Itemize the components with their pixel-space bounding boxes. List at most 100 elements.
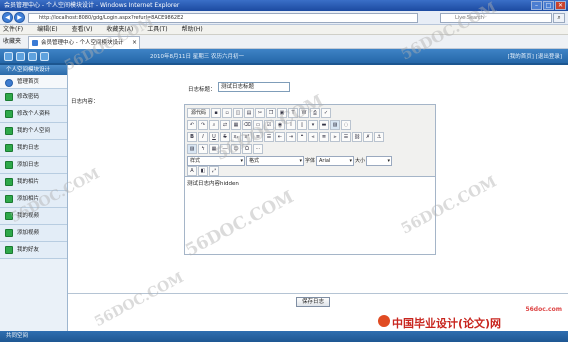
menu-item-tools[interactable]: 工具(T) xyxy=(147,25,167,34)
sidebar-item-label: 我的个人空间 xyxy=(17,128,51,134)
menu-item-favorites[interactable]: 收藏夹(A) xyxy=(106,25,133,34)
sidebar-item-profile[interactable]: 修改个人资料 xyxy=(0,106,67,123)
maximize-editor-icon[interactable]: ⤢ xyxy=(209,165,219,176)
superscript-icon[interactable]: x² xyxy=(242,131,252,142)
style-select[interactable]: 样式 xyxy=(187,155,245,166)
form-icon[interactable]: ▭ xyxy=(253,119,263,130)
numbered-list-icon[interactable]: ≡ xyxy=(253,131,263,142)
hidden-field-icon[interactable]: ◌ xyxy=(341,119,351,130)
sidebar-item-my-space[interactable]: 我的个人空间 xyxy=(0,123,67,140)
paste-icon[interactable]: ▣ xyxy=(277,107,288,118)
editor-content-area[interactable]: 测试日志内容hidden xyxy=(185,176,435,254)
outdent-icon[interactable]: ⇤ xyxy=(275,131,285,142)
template-icon[interactable]: ▤ xyxy=(244,107,255,118)
maximize-button[interactable]: □ xyxy=(543,1,554,10)
browser-tab[interactable]: 会员管理中心 - 个人空间模块设计 × xyxy=(28,36,140,49)
new-page-icon[interactable]: ▫ xyxy=(222,107,233,118)
page-break-icon[interactable]: ⋯ xyxy=(253,143,263,154)
sidebar-item-my-logs[interactable]: 我的日志 xyxy=(0,140,67,157)
cut-icon[interactable]: ✂ xyxy=(255,107,266,118)
copy-icon[interactable]: ❐ xyxy=(266,107,277,118)
unlink-icon[interactable]: ✗ xyxy=(363,131,373,142)
source-button[interactable]: 源代码 xyxy=(187,107,211,118)
format-select[interactable]: 格式 xyxy=(246,155,304,166)
select-all-icon[interactable]: ▦ xyxy=(231,119,241,130)
underline-icon[interactable]: U xyxy=(209,131,219,142)
menu-item-view[interactable]: 查看(V) xyxy=(72,25,93,34)
sidebar-item-label: 添加相片 xyxy=(17,196,40,202)
align-left-icon[interactable]: ⫷ xyxy=(308,131,318,142)
image-icon[interactable]: ▨ xyxy=(187,143,197,154)
minimize-button[interactable]: – xyxy=(531,1,542,10)
menu-item-help[interactable]: 帮助(H) xyxy=(182,25,203,34)
font-select[interactable]: Arial xyxy=(316,155,355,166)
table-icon[interactable]: ▦ xyxy=(209,143,219,154)
print-icon[interactable]: ⎙ xyxy=(310,107,321,118)
textfield-icon[interactable]: I xyxy=(286,119,296,130)
justify-icon[interactable]: ☰ xyxy=(341,131,351,142)
menu-item-edit[interactable]: 编辑(E) xyxy=(37,25,57,34)
anchor-icon[interactable]: ⚓ xyxy=(374,131,384,142)
home-icon[interactable] xyxy=(4,52,13,61)
textarea-icon[interactable]: ▯ xyxy=(297,119,307,130)
italic-icon[interactable]: I xyxy=(198,131,208,142)
home-icon xyxy=(5,79,13,87)
menu-item-file[interactable]: 文件(F) xyxy=(3,25,23,34)
favorites-button[interactable]: 收藏夹 xyxy=(3,37,21,47)
spellcheck-icon[interactable]: ✓ xyxy=(321,107,332,118)
image-button-icon[interactable]: ▨ xyxy=(330,119,340,130)
sidebar-item-my-videos[interactable]: 我的视频 xyxy=(0,208,67,225)
sidebar-item-home[interactable]: 管理首页 xyxy=(0,75,67,89)
save-log-button[interactable]: 保存日志 xyxy=(296,297,330,307)
user-icon[interactable] xyxy=(28,52,37,61)
header-links[interactable]: [我的首页] [退出登录] xyxy=(508,49,562,65)
paste-word-icon[interactable]: W xyxy=(299,107,310,118)
tab-close-icon[interactable]: × xyxy=(132,37,137,49)
close-button[interactable]: ✕ xyxy=(555,1,566,10)
remove-format-icon[interactable]: ⌫ xyxy=(242,119,252,130)
title-input[interactable]: 测试日志标题 xyxy=(218,82,290,92)
url-input[interactable]: http://localhost:8080/gdg/Login.aspx?ref… xyxy=(28,13,418,23)
sidebar-item-my-photos[interactable]: 我的相片 xyxy=(0,174,67,191)
sidebar-item-change-password[interactable]: 修改密码 xyxy=(0,89,67,106)
bulleted-list-icon[interactable]: ☰ xyxy=(264,131,274,142)
sidebar-item-add-log[interactable]: 添加日志 xyxy=(0,157,67,174)
save-icon[interactable]: ▪ xyxy=(211,107,222,118)
refresh-icon[interactable] xyxy=(16,52,25,61)
align-right-icon[interactable]: ⫸ xyxy=(330,131,340,142)
search-input[interactable]: Live Search xyxy=(440,13,552,23)
link-icon[interactable]: ⛓ xyxy=(352,131,362,142)
editor-toolbar-row-3: B I U S x₂ x² ≡ ☰ ⇤ ⇥ ❝ ⫷ ≣ ⫸ ☰ ⛓ ✗ ⚓ xyxy=(187,131,384,142)
size-select[interactable] xyxy=(366,155,393,166)
sidebar-item-add-photo[interactable]: 添加相片 xyxy=(0,191,67,208)
radio-icon[interactable]: ◉ xyxy=(275,119,285,130)
preview-icon[interactable]: ◫ xyxy=(233,107,244,118)
sidebar-item-my-friends[interactable]: 我的好友 xyxy=(0,242,67,259)
paste-text-icon[interactable]: T xyxy=(288,107,299,118)
text-color-icon[interactable]: A xyxy=(187,165,197,176)
indent-icon[interactable]: ⇥ xyxy=(286,131,296,142)
search-icon[interactable]: ⌕ xyxy=(553,13,565,23)
checkbox-icon[interactable]: ☑ xyxy=(264,119,274,130)
background-color-icon[interactable]: ◧ xyxy=(198,165,208,176)
back-icon[interactable]: ◀ xyxy=(2,12,13,23)
horizontal-rule-icon[interactable]: ― xyxy=(220,143,230,154)
redo-icon[interactable]: ↷ xyxy=(198,119,208,130)
forward-icon[interactable]: ▶ xyxy=(14,12,25,23)
editor-toolbar-row-2: ↶ ↷ ⌕ ⇄ ▦ ⌫ ▭ ☑ ◉ I ▯ ▾ ▬ ▨ ◌ xyxy=(187,119,351,130)
settings-icon[interactable] xyxy=(40,52,49,61)
bold-icon[interactable]: B xyxy=(187,131,197,142)
blockquote-icon[interactable]: ❝ xyxy=(297,131,307,142)
sidebar-item-add-video[interactable]: 添加视频 xyxy=(0,225,67,242)
flash-icon[interactable]: ϟ xyxy=(198,143,208,154)
select-field-icon[interactable]: ▾ xyxy=(308,119,318,130)
undo-icon[interactable]: ↶ xyxy=(187,119,197,130)
find-icon[interactable]: ⌕ xyxy=(209,119,219,130)
smiley-icon[interactable]: ☺ xyxy=(231,143,241,154)
strike-icon[interactable]: S xyxy=(220,131,230,142)
align-center-icon[interactable]: ≣ xyxy=(319,131,329,142)
replace-icon[interactable]: ⇄ xyxy=(220,119,230,130)
subscript-icon[interactable]: x₂ xyxy=(231,131,241,142)
special-char-icon[interactable]: Ω xyxy=(242,143,252,154)
button-field-icon[interactable]: ▬ xyxy=(319,119,329,130)
